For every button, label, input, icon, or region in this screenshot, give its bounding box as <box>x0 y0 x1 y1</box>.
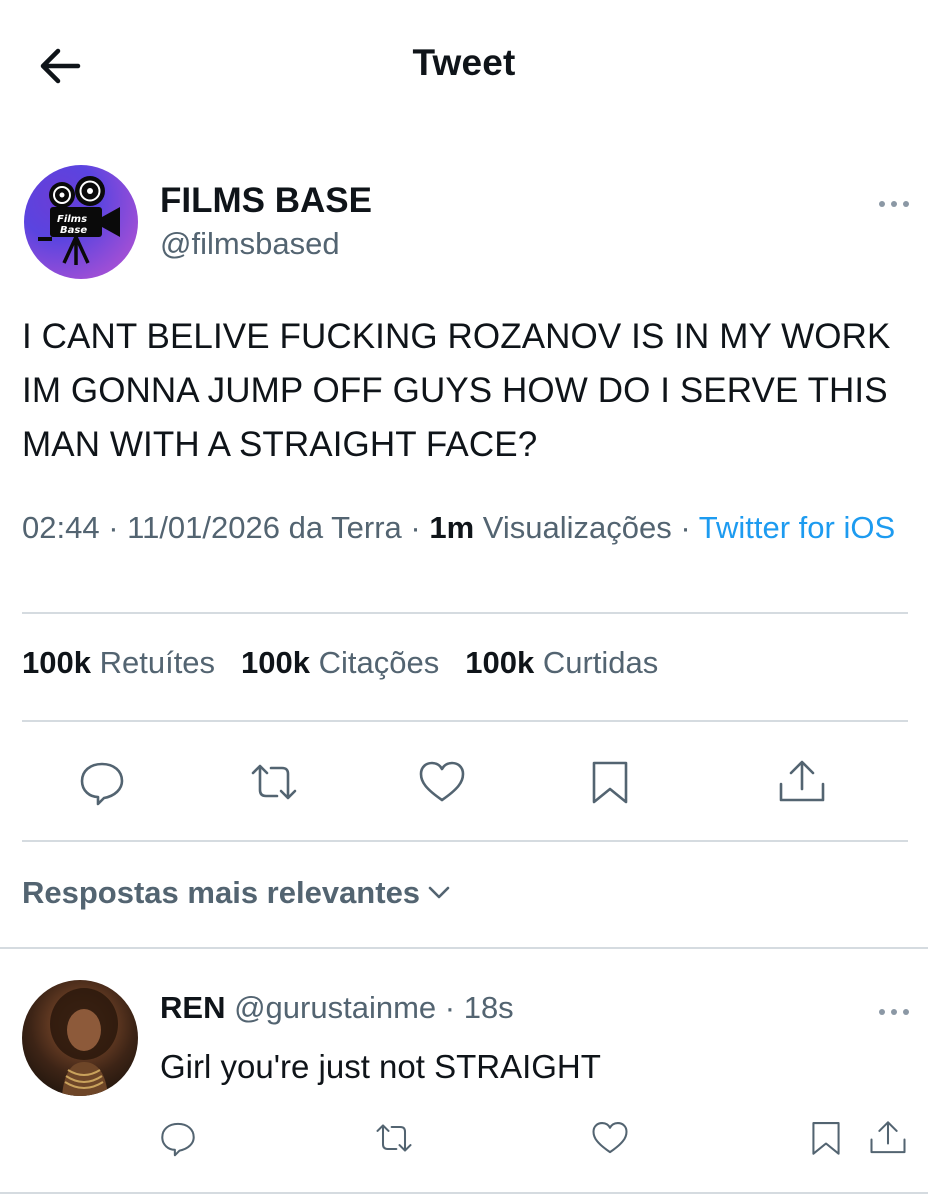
author-name[interactable]: FILMS BASE <box>160 181 372 221</box>
reply-text: Girl you're just not STRAIGHT <box>160 1048 601 1085</box>
replies-sort-label: Respostas mais relevantes <box>22 875 421 910</box>
tweet-source-link[interactable]: Twitter for iOS <box>699 510 895 545</box>
chevron-down-icon <box>428 886 450 899</box>
film-camera-logo-icon: Films Base <box>38 176 120 265</box>
tweet-date: 11/01/2026 da Terra <box>127 510 402 545</box>
share-icon <box>779 760 825 802</box>
retweets-stat[interactable]: 100k Retuítes <box>22 645 215 681</box>
reply-button[interactable] <box>74 754 130 810</box>
likes-stat[interactable]: 100k Curtidas <box>465 645 658 681</box>
like-button[interactable] <box>414 754 470 810</box>
divider <box>22 840 908 842</box>
bookmark-button[interactable] <box>582 754 638 810</box>
share-icon <box>870 1121 906 1154</box>
more-options-button[interactable] <box>872 192 916 216</box>
bookmark-icon <box>592 761 628 804</box>
retweet-icon <box>376 1124 412 1152</box>
reply-time: 18s <box>463 990 514 1025</box>
like-icon <box>592 1122 628 1154</box>
reply-icon <box>161 1122 195 1157</box>
like-icon <box>419 761 465 802</box>
tweet-time: 02:44 <box>22 510 100 545</box>
more-dots-icon <box>879 1009 909 1015</box>
tweet-stats: 100k Retuítes 100k Citações 100k Curtidas <box>22 645 684 681</box>
reply-icon <box>80 762 124 806</box>
reply-author-name[interactable]: REN <box>160 990 225 1025</box>
divider <box>0 947 928 949</box>
reply-share-button[interactable] <box>866 1116 910 1160</box>
reply-reply-button[interactable] <box>156 1116 200 1160</box>
profile-photo-icon <box>50 988 118 1096</box>
page-title: Tweet <box>412 42 516 83</box>
reply-retweet-button[interactable] <box>372 1116 416 1160</box>
views-label: Visualizações <box>474 510 672 545</box>
avatar-text-line2: Base <box>60 225 87 236</box>
tweet-meta: 02:44 · 11/01/2026 da Terra · 1m Visuali… <box>22 510 896 545</box>
replies-sort-dropdown[interactable]: Respostas mais relevantes <box>22 875 452 911</box>
views-count: 1m <box>429 510 475 545</box>
reply-header: REN @gurustainme · 18s <box>160 990 514 1025</box>
divider <box>22 720 908 722</box>
reply-like-button[interactable] <box>588 1116 632 1160</box>
quotes-stat[interactable]: 100k Citações <box>241 645 439 681</box>
author-handle[interactable]: @filmsbased <box>160 226 340 262</box>
more-dots-icon <box>879 201 909 207</box>
avatar-text-line1: Films <box>57 214 87 225</box>
reply-more-options-button[interactable] <box>872 1000 916 1024</box>
share-button[interactable] <box>774 754 830 810</box>
retweet-button[interactable] <box>246 754 302 810</box>
reply-bookmark-button[interactable] <box>804 1116 848 1160</box>
divider <box>0 1192 928 1194</box>
avatar[interactable]: Films Base <box>24 165 138 279</box>
reply-avatar[interactable] <box>22 980 138 1096</box>
bookmark-icon <box>812 1122 840 1155</box>
reply-author-handle[interactable]: @gurustainme <box>234 990 436 1025</box>
tweet-text: I CANT BELIVE FUCKING ROZANOV IS IN MY W… <box>22 317 891 464</box>
divider <box>22 612 908 614</box>
retweet-icon <box>251 764 297 800</box>
